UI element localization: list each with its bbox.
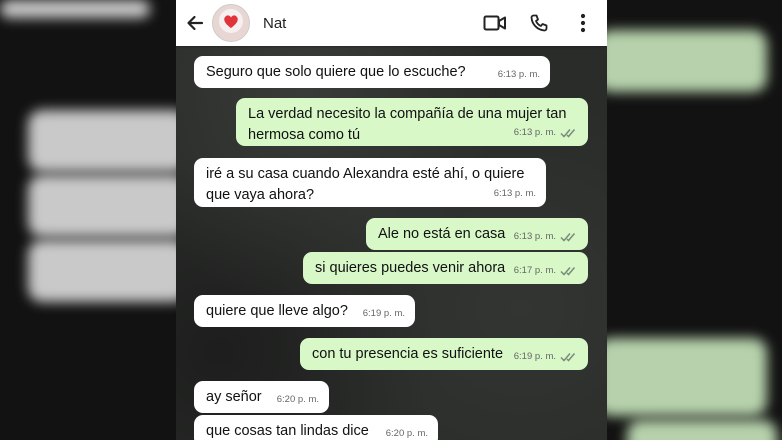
message-incoming[interactable]: ay señor 6:20 p. m. (194, 381, 329, 413)
heart-avatar-icon (218, 8, 244, 38)
double-check-icon (560, 266, 578, 276)
message-text: si quieres puedes venir ahora (315, 260, 506, 276)
message-text: quiere que lleve algo? (206, 303, 348, 319)
message-time: 6:13 p. m. (497, 69, 540, 80)
message-time: 6:17 p. m. (513, 265, 556, 276)
message-time: 6:19 p. m. (513, 351, 556, 362)
message-incoming[interactable]: Seguro que solo quiere que lo escuche? 6… (194, 56, 550, 88)
chat-screen: Nat Seguro que solo quiere que lo escuch… (176, 0, 607, 440)
message-outgoing[interactable]: con tu presencia es suficiente 6:19 p. m… (300, 338, 588, 370)
message-time: 6:13 p. m. (513, 127, 556, 138)
message-text: Seguro que solo quiere que lo escuche? (206, 64, 466, 80)
message-time: 6:13 p. m. (513, 231, 556, 242)
video-call-icon[interactable] (483, 11, 507, 35)
message-outgoing[interactable]: si quieres puedes venir ahora 6:17 p. m. (303, 252, 588, 284)
message-text: Ale no está en casa (378, 226, 506, 242)
message-text: iré a su casa cuando Alexandra esté ahí,… (206, 166, 525, 203)
back-arrow-icon[interactable] (184, 12, 206, 34)
message-list: Seguro que solo quiere que lo escuche? 6… (176, 46, 607, 440)
double-check-icon (560, 232, 578, 242)
message-incoming[interactable]: que cosas tan lindas dice 6:20 p. m. (194, 415, 438, 440)
message-time: 6:20 p. m. (385, 428, 428, 439)
contact-name[interactable]: Nat (263, 15, 286, 32)
blurred-backdrop-left (0, 0, 176, 440)
message-outgoing[interactable]: La verdad necesito la compañía de una mu… (236, 98, 588, 146)
blurred-backdrop-right (607, 0, 782, 440)
message-text: que cosas tan lindas dice (206, 423, 369, 439)
message-incoming[interactable]: quiere que lleve algo? 6:19 p. m. (194, 295, 415, 327)
contact-avatar[interactable] (212, 4, 250, 42)
more-vert-icon[interactable] (571, 11, 595, 35)
phone-call-icon[interactable] (527, 11, 551, 35)
double-check-icon (560, 128, 578, 138)
message-text: ay señor (206, 389, 262, 405)
message-time: 6:13 p. m. (493, 188, 536, 199)
message-time: 6:20 p. m. (276, 394, 319, 405)
message-text: con tu presencia es suficiente (312, 346, 504, 362)
message-incoming[interactable]: iré a su casa cuando Alexandra esté ahí,… (194, 158, 546, 207)
double-check-icon (560, 352, 578, 362)
message-outgoing[interactable]: Ale no está en casa 6:13 p. m. (366, 218, 588, 250)
message-time: 6:19 p. m. (362, 308, 405, 319)
chat-header: Nat (176, 0, 607, 46)
